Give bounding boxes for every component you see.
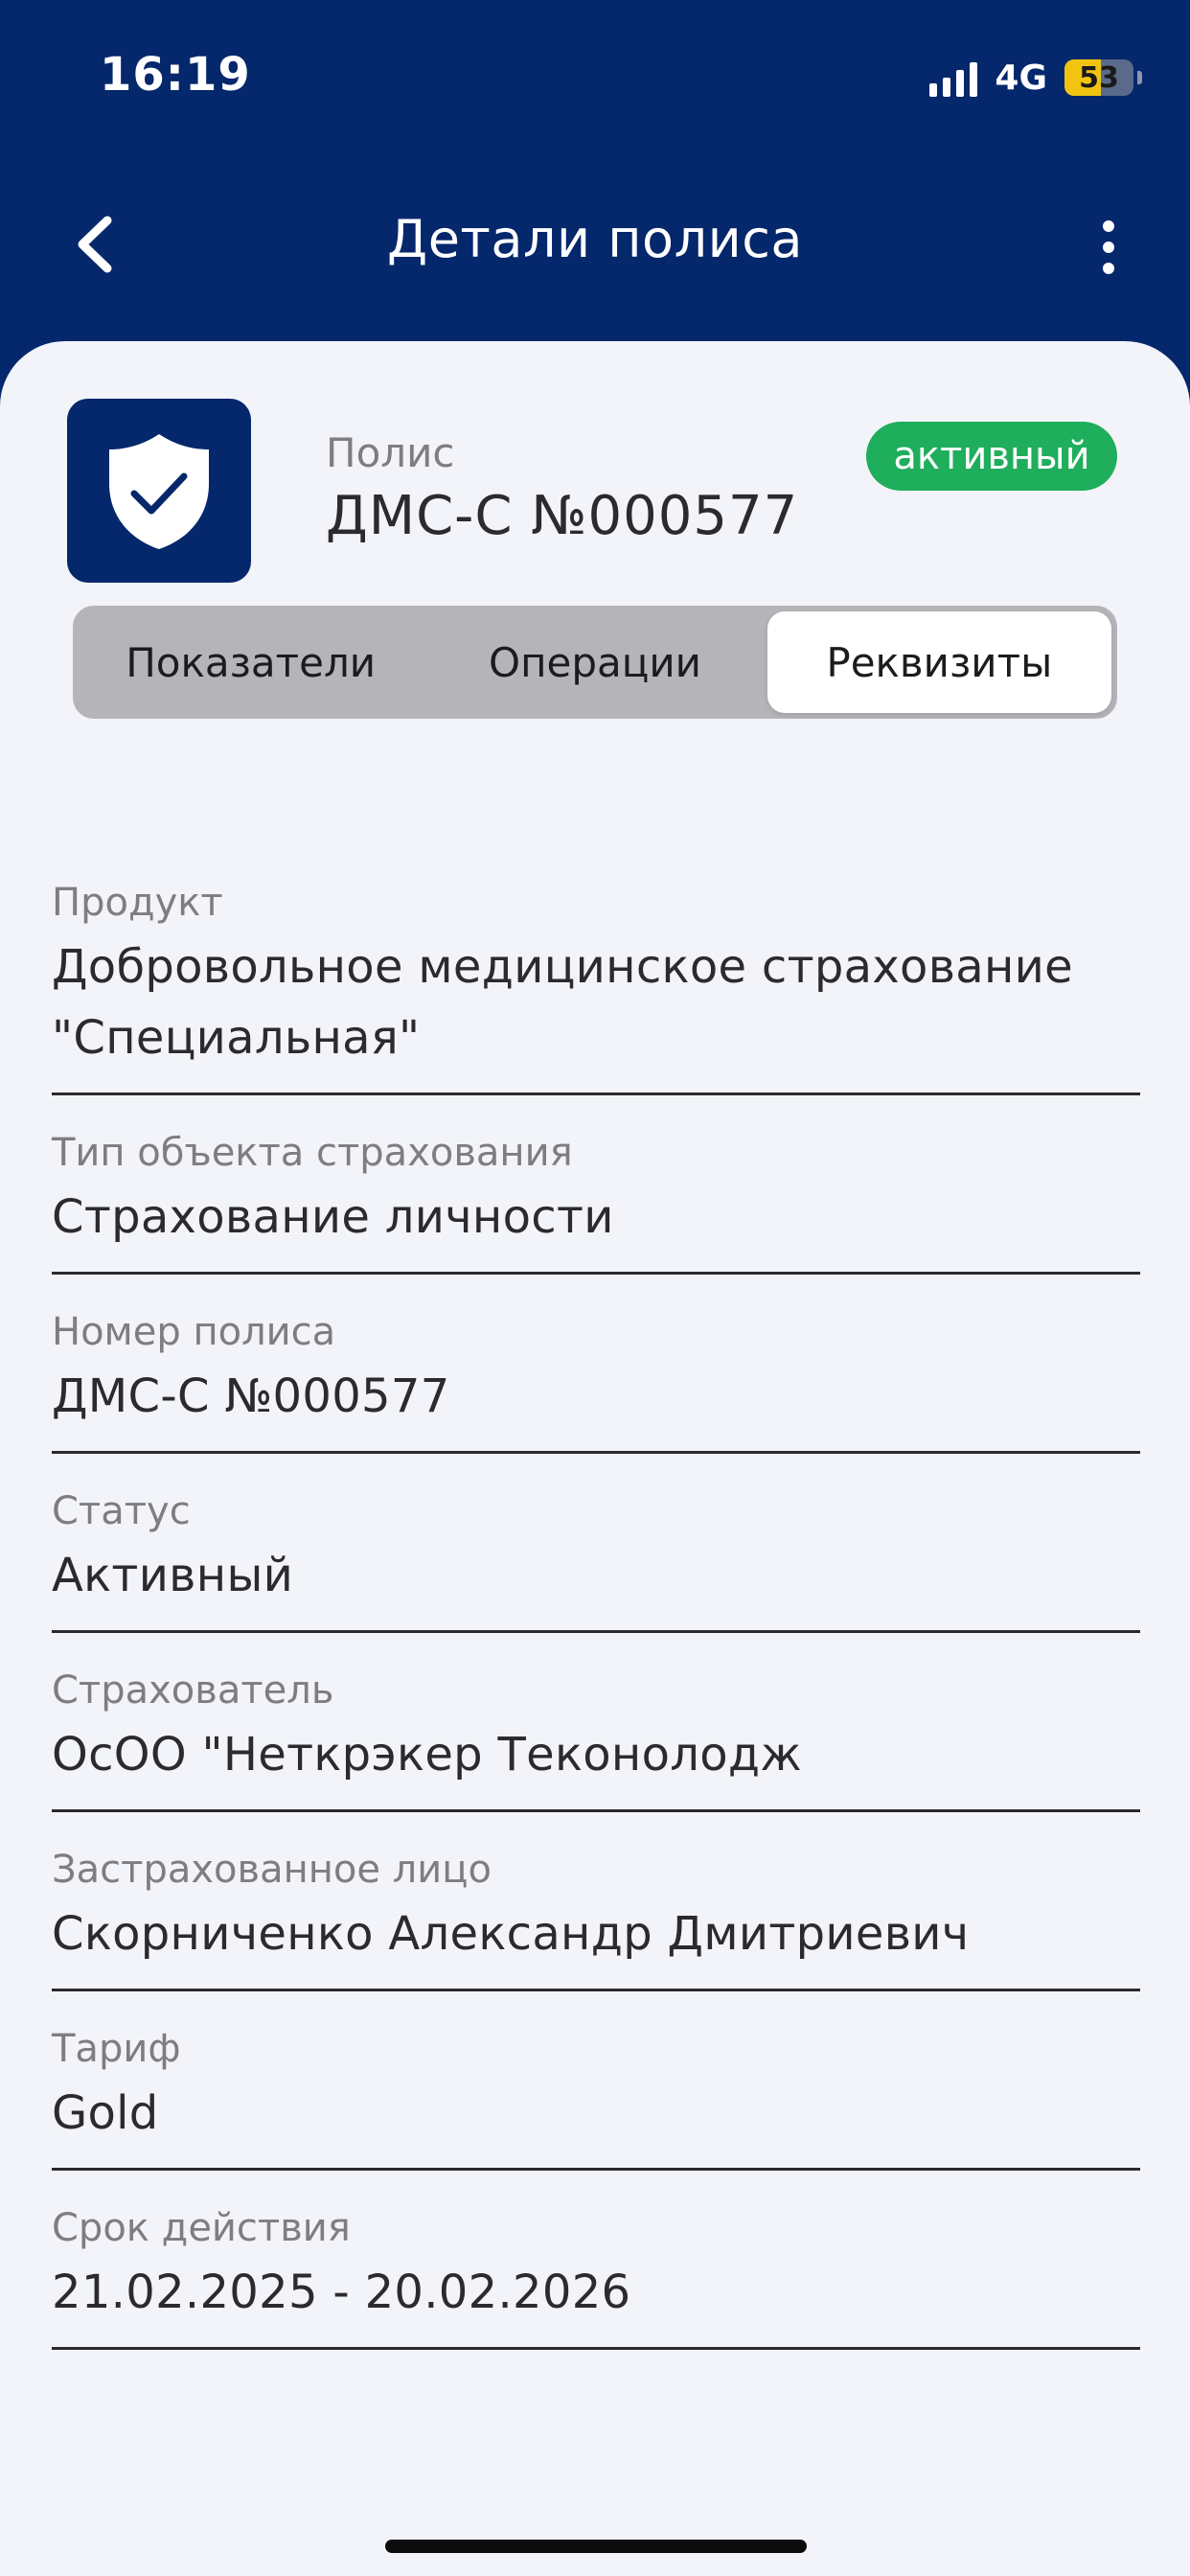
detail-label: Тариф (52, 2027, 181, 2071)
network-label: 4G (995, 58, 1047, 98)
tab-bar: Показатели Операции Реквизиты (73, 606, 1117, 719)
signal-icon (929, 58, 978, 97)
policy-label: Полис (326, 429, 455, 476)
detail-value: 21.02.2025 - 20.02.2026 (52, 2266, 631, 2319)
detail-value: ДМС-С №000577 (52, 1369, 450, 1423)
detail-row-policy-number: Номер полиса ДМС-С №000577 (52, 1303, 1140, 1454)
nav-bar: Детали полиса (0, 182, 1190, 307)
detail-row-tariff: Тариф Gold (52, 2020, 1140, 2171)
policy-details-screen: 16:19 4G 53 Детали полиса Полис ДМС-С №0… (0, 0, 1190, 2576)
page-title: Детали полиса (387, 209, 803, 269)
details-list: Продукт Добровольное медицинское страхов… (52, 874, 1140, 2379)
detail-value: Скорниченко Александр Дмитриевич (52, 1907, 970, 1961)
detail-label: Срок действия (52, 2206, 351, 2250)
policy-number: ДМС-С №000577 (326, 485, 799, 547)
status-badge: активный (866, 422, 1117, 491)
detail-row-validity: Срок действия 21.02.2025 - 20.02.2026 (52, 2199, 1140, 2350)
battery-tip (1137, 71, 1142, 84)
detail-value: ОсОО "Неткрэкер Теконолодж (52, 1728, 802, 1782)
status-indicators: 4G 53 (929, 54, 1142, 102)
detail-value: Добровольное медицинское страхование "Сп… (52, 940, 1074, 1065)
detail-label: Продукт (52, 881, 223, 925)
detail-label: Страхователь (52, 1668, 334, 1713)
detail-label: Тип объекта страхования (52, 1131, 573, 1175)
detail-row-policyholder: Страхователь ОсОО "Неткрэкер Теконолодж (52, 1662, 1140, 1812)
content-card: Полис ДМС-С №000577 активный Показатели … (0, 341, 1190, 2576)
more-vertical-icon[interactable] (1094, 217, 1123, 278)
tab-operations[interactable]: Операции (423, 611, 767, 713)
tab-requisites[interactable]: Реквизиты (767, 611, 1111, 713)
battery-icon: 53 (1064, 59, 1133, 96)
detail-value: Страхование личности (52, 1190, 614, 1244)
detail-value: Gold (52, 2086, 159, 2140)
detail-row-product: Продукт Добровольное медицинское страхов… (52, 874, 1140, 1095)
status-bar: 16:19 4G 53 (0, 0, 1190, 153)
detail-label: Номер полиса (52, 1310, 336, 1354)
home-indicator[interactable] (385, 2540, 807, 2553)
detail-value: Активный (52, 1549, 294, 1602)
tab-indicators[interactable]: Показатели (79, 611, 423, 713)
detail-row-insured-person: Застрахованное лицо Скорниченко Александ… (52, 1841, 1140, 1991)
detail-row-status: Статус Активный (52, 1483, 1140, 1633)
detail-label: Статус (52, 1489, 191, 1533)
detail-row-object-type: Тип объекта страхования Страхование личн… (52, 1124, 1140, 1275)
battery-level: 53 (1079, 60, 1119, 95)
shield-check-icon (67, 399, 251, 583)
status-time: 16:19 (100, 48, 251, 102)
detail-label: Застрахованное лицо (52, 1848, 492, 1892)
